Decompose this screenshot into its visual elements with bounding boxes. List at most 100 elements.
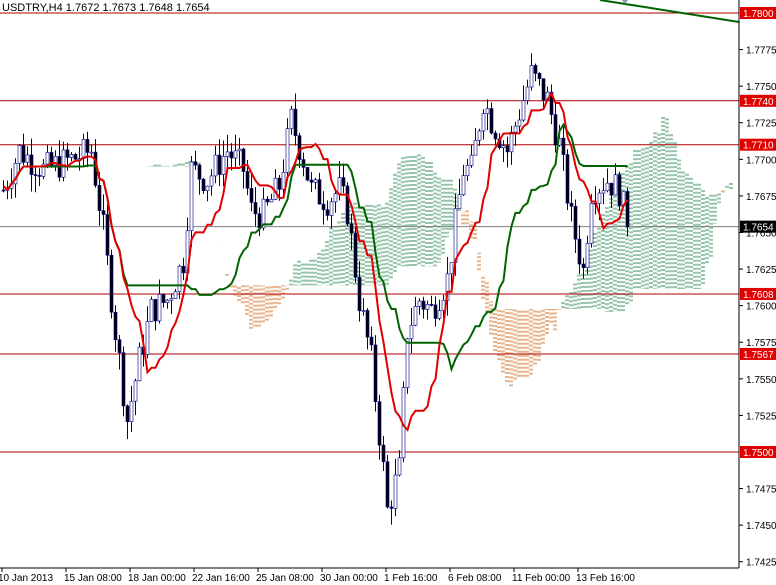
candle[interactable] <box>241 148 246 172</box>
candle[interactable] <box>565 154 570 204</box>
candle[interactable] <box>425 304 430 310</box>
candle[interactable] <box>265 198 270 203</box>
candle[interactable] <box>269 199 274 203</box>
candle[interactable] <box>501 145 506 148</box>
candle[interactable] <box>65 149 70 158</box>
candle[interactable] <box>129 400 134 422</box>
candle[interactable] <box>197 164 202 180</box>
candle[interactable] <box>257 213 262 229</box>
candle[interactable] <box>609 182 614 196</box>
candle[interactable] <box>161 293 166 303</box>
candle[interactable] <box>249 187 254 203</box>
candle[interactable] <box>145 321 150 355</box>
candle[interactable] <box>165 299 170 303</box>
candle[interactable] <box>369 336 374 346</box>
candle[interactable] <box>137 346 142 382</box>
candle[interactable] <box>357 276 362 312</box>
candle[interactable] <box>413 306 418 326</box>
candle[interactable] <box>113 311 118 341</box>
candle[interactable] <box>597 192 602 204</box>
candle[interactable] <box>529 65 534 88</box>
candle[interactable] <box>589 202 594 244</box>
candle[interactable] <box>177 265 182 293</box>
candle[interactable] <box>465 165 470 176</box>
candle[interactable] <box>181 265 186 274</box>
candle[interactable] <box>285 128 290 173</box>
candle[interactable] <box>617 174 622 206</box>
candle[interactable] <box>341 177 346 187</box>
candle[interactable] <box>45 152 50 165</box>
candle[interactable] <box>553 114 558 146</box>
candle[interactable] <box>81 139 86 159</box>
candle[interactable] <box>473 140 478 156</box>
candle[interactable] <box>221 156 226 175</box>
candle[interactable] <box>233 150 238 159</box>
candle[interactable] <box>489 108 494 134</box>
candle[interactable] <box>381 444 386 463</box>
candle[interactable] <box>421 300 426 310</box>
candle[interactable] <box>125 405 130 422</box>
candle[interactable] <box>229 151 234 159</box>
candle[interactable] <box>237 148 242 152</box>
candle[interactable] <box>21 145 26 163</box>
candle[interactable] <box>345 185 350 225</box>
candle[interactable] <box>517 119 522 127</box>
candle[interactable] <box>73 154 78 160</box>
candle[interactable] <box>417 300 422 307</box>
candle[interactable] <box>625 191 630 227</box>
candle[interactable] <box>281 172 286 190</box>
candle[interactable] <box>209 175 214 187</box>
candle[interactable] <box>397 457 402 476</box>
candle[interactable] <box>601 190 606 194</box>
candle[interactable] <box>325 209 330 216</box>
candle[interactable] <box>17 145 22 164</box>
candle[interactable] <box>317 179 322 205</box>
candle[interactable] <box>313 179 318 183</box>
candle[interactable] <box>97 185 102 211</box>
candle[interactable] <box>573 205 578 240</box>
candle[interactable] <box>33 174 38 176</box>
candle[interactable] <box>245 171 250 189</box>
candle[interactable] <box>405 338 410 388</box>
candle[interactable] <box>481 113 486 132</box>
candle[interactable] <box>301 159 306 168</box>
candle[interactable] <box>561 137 566 155</box>
candle[interactable] <box>525 86 530 101</box>
candle[interactable] <box>89 151 94 154</box>
chart-window[interactable]: USDTRY,H4 1.7672 1.7673 1.7648 1.7654 1.… <box>0 0 776 585</box>
candle[interactable] <box>373 344 378 402</box>
candle[interactable] <box>409 324 414 340</box>
candle[interactable] <box>149 299 154 322</box>
candle[interactable] <box>429 304 434 306</box>
price-chart[interactable]: 1.77751.77501.77251.77001.76751.76501.76… <box>0 0 776 585</box>
candle[interactable] <box>353 232 358 278</box>
candle[interactable] <box>205 185 210 191</box>
candle[interactable] <box>253 202 258 215</box>
candle[interactable] <box>157 293 162 322</box>
candle[interactable] <box>361 310 366 312</box>
candle[interactable] <box>513 125 518 133</box>
candle[interactable] <box>461 175 466 196</box>
candle[interactable] <box>277 177 282 190</box>
candle[interactable] <box>37 175 42 177</box>
candle[interactable] <box>217 154 222 175</box>
candle[interactable] <box>437 310 442 319</box>
candle[interactable] <box>105 214 110 256</box>
candle[interactable] <box>153 299 158 322</box>
candle[interactable] <box>385 461 390 508</box>
candle[interactable] <box>377 401 382 446</box>
candle[interactable] <box>477 130 482 141</box>
candle[interactable] <box>1 189 6 192</box>
candle[interactable] <box>121 352 126 407</box>
candle[interactable] <box>169 298 174 301</box>
candle[interactable] <box>117 339 122 353</box>
candle[interactable] <box>389 506 394 509</box>
candle[interactable] <box>541 78 546 101</box>
candle[interactable] <box>449 262 454 275</box>
candle[interactable] <box>29 154 34 175</box>
candle[interactable] <box>493 132 498 140</box>
candle[interactable] <box>213 154 218 177</box>
candle[interactable] <box>101 210 106 215</box>
candle[interactable] <box>333 193 338 203</box>
candle[interactable] <box>349 223 354 234</box>
